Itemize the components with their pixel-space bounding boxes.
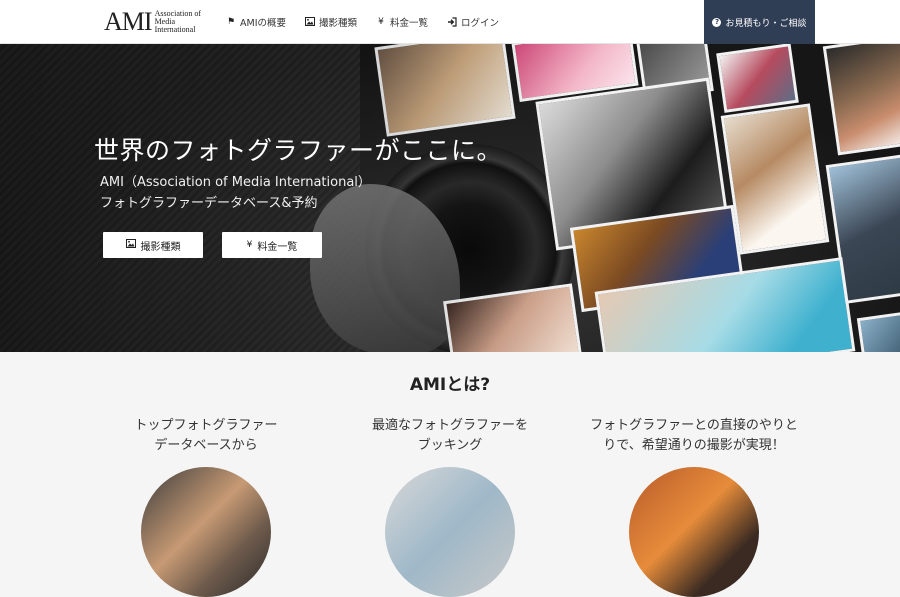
quote-consult-button[interactable]: ? お見積もり・ご相談	[704, 0, 815, 44]
about-column-text: トップフォトグラファー	[134, 418, 278, 433]
login-icon	[447, 17, 457, 27]
about-column-text: ブッキング	[417, 438, 483, 453]
yen-icon: ¥	[378, 17, 384, 27]
question-circle-icon: ?	[712, 17, 722, 27]
yen-icon: ¥	[246, 240, 253, 250]
cta-label: お見積もり・ご相談	[725, 18, 807, 29]
hero-button-label: 料金一覧	[257, 241, 298, 253]
about-image-shooting	[629, 467, 759, 597]
nav-item-login[interactable]: ログイン	[447, 15, 499, 29]
nav-item-about[interactable]: ⚑ AMIの概要	[226, 15, 286, 29]
hero-banner: 世界のフォトグラファーがここに。 AMI（Association of Medi…	[0, 44, 900, 352]
about-column-direct-contact: フォトグラファーとの直接のやりと りで、希望通りの撮影が実現！	[584, 416, 804, 456]
logo-subtitle: Association of Media International	[155, 10, 215, 34]
nav-item-pricing[interactable]: ¥ 料金一覧	[376, 15, 428, 29]
logo-mark: AMI	[104, 7, 153, 36]
about-column-text: データベースから	[154, 438, 258, 453]
photo-tile	[716, 44, 799, 113]
image-icon	[305, 17, 315, 27]
hero-subtitle-line: AMI（Association of Media International）	[100, 175, 371, 190]
image-icon	[125, 239, 136, 251]
site-header: AMI Association of Media International ⚑…	[0, 0, 900, 44]
hero-button-label: 撮影種類	[140, 241, 181, 253]
about-image-photographers	[141, 467, 271, 597]
about-column-booking: 最適なフォトグラファーを ブッキング	[340, 416, 560, 456]
nav-item-label: ログイン	[461, 18, 500, 29]
main-nav: ⚑ AMIの概要 撮影種類 ¥ 料金一覧 ログイン	[226, 0, 518, 44]
nav-item-label: 撮影種類	[319, 18, 358, 29]
nav-item-label: 料金一覧	[390, 18, 429, 29]
hero-title: 世界のフォトグラファーがここに。	[94, 136, 503, 165]
logo-sub-line: International	[154, 25, 196, 34]
about-column-database: トップフォトグラファー データベースから	[96, 416, 316, 456]
about-column-text: 最適なフォトグラファーを	[371, 418, 528, 433]
hero-subtitle-line: フォトグラファーデータベース&予約	[100, 196, 318, 211]
nav-item-label: AMIの概要	[240, 18, 286, 29]
flag-icon: ⚑	[226, 17, 236, 27]
nav-item-photo-types[interactable]: 撮影種類	[305, 15, 357, 29]
hero-subtitle: AMI（Association of Media International） …	[100, 172, 371, 214]
ami-logo[interactable]: AMI Association of Media International	[104, 8, 215, 36]
hero-pricing-button[interactable]: ¥ 料金一覧	[222, 232, 322, 258]
about-image-booking	[385, 467, 515, 597]
about-column-text: りで、希望通りの撮影が実現！	[603, 438, 785, 453]
about-column-text: フォトグラファーとの直接のやりと	[590, 418, 798, 433]
about-section-title: AMIとは?	[409, 375, 491, 395]
hero-photo-types-button[interactable]: 撮影種類	[103, 232, 203, 258]
